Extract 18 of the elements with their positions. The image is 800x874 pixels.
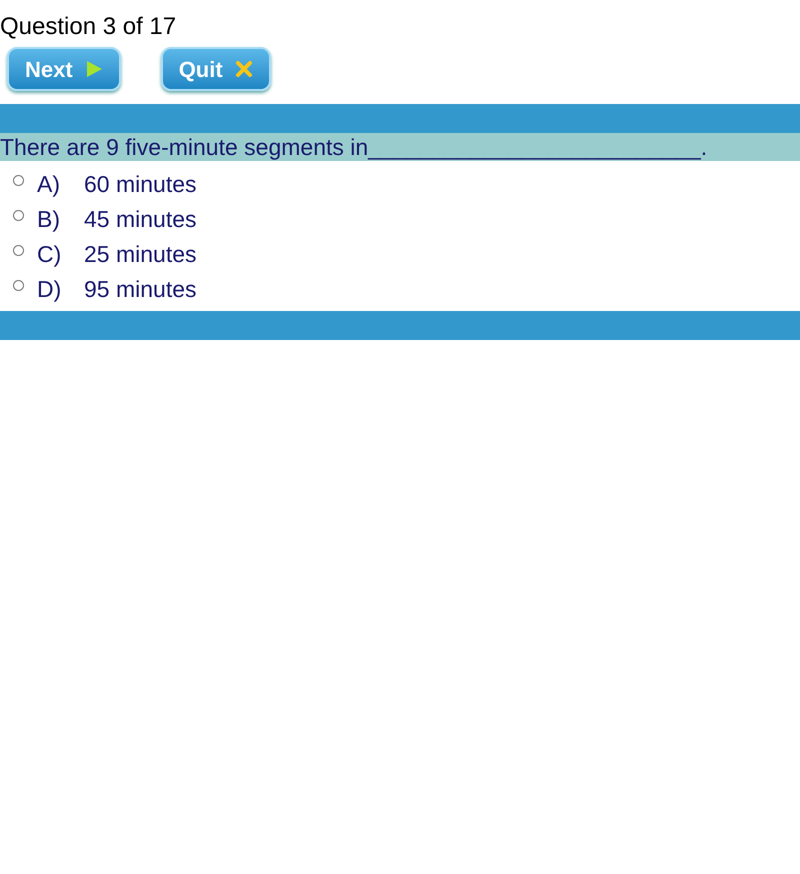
question-counter: Question 3 of 17 xyxy=(0,12,178,42)
quit-button[interactable]: Quit xyxy=(160,47,271,91)
option-text: 45 minutes xyxy=(84,205,197,234)
question-text: There are 9 five-minute segments in__________________________. xyxy=(0,133,800,161)
option-text: 60 minutes xyxy=(84,170,197,200)
radio-button[interactable] xyxy=(13,210,24,221)
next-button[interactable]: Next xyxy=(7,47,121,91)
option-text: 25 minutes xyxy=(84,240,197,270)
option-letter: A) xyxy=(37,170,61,200)
option-letter: C) xyxy=(37,240,62,270)
play-icon xyxy=(84,60,103,78)
option-text: 95 minutes xyxy=(84,275,197,304)
radio-button[interactable] xyxy=(13,245,24,256)
option-letter: B) xyxy=(37,205,61,234)
option-letter: D) xyxy=(37,275,62,304)
close-icon xyxy=(234,60,253,78)
radio-button[interactable] xyxy=(13,280,24,291)
radio-button[interactable] xyxy=(13,175,24,186)
